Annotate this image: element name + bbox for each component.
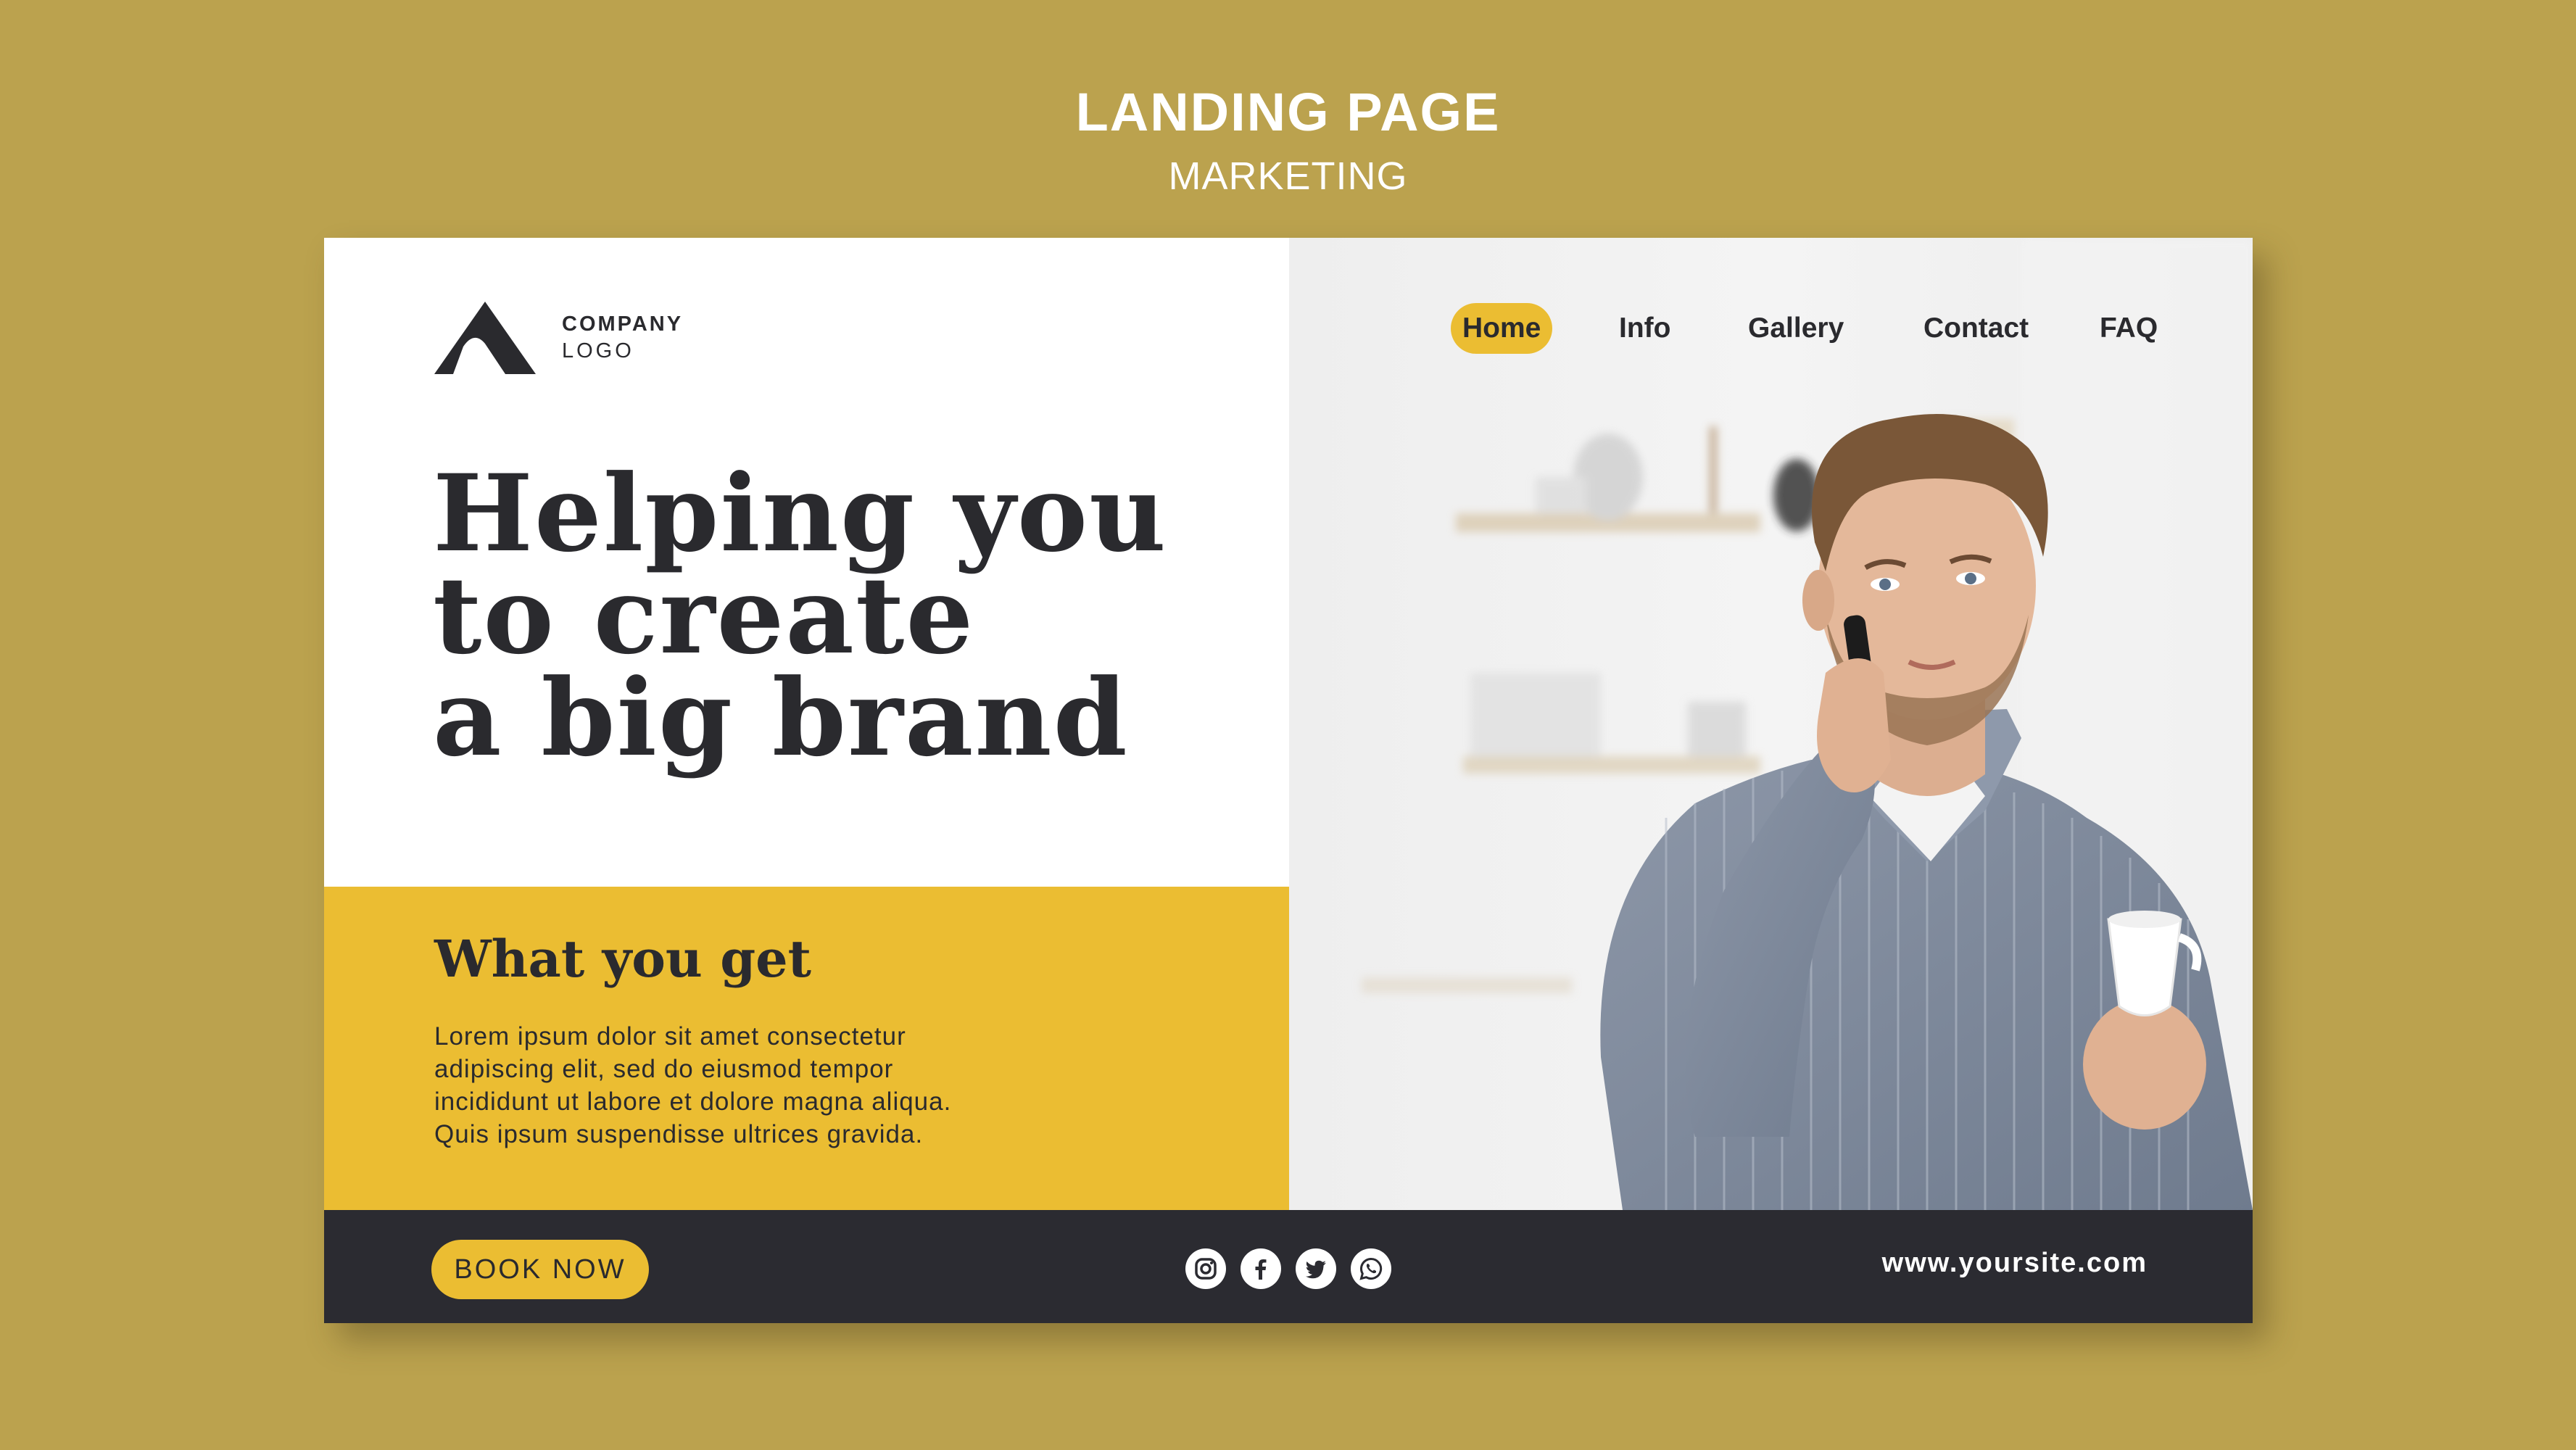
main-nav: Home Info Gallery Contact FAQ bbox=[324, 303, 2253, 354]
benefits-line: Lorem ipsum dolor sit amet consectetur bbox=[434, 1022, 906, 1051]
page-heading: LANDING PAGE bbox=[1075, 82, 1501, 142]
hero-line: Helping you bbox=[433, 452, 1168, 576]
nav-faq[interactable]: FAQ bbox=[2088, 303, 2169, 354]
benefits-text: Lorem ipsum dolor sit amet consectetur a… bbox=[434, 1020, 1087, 1151]
hero-line: a big brand bbox=[433, 656, 1129, 780]
nav-info[interactable]: Info bbox=[1607, 303, 1682, 354]
benefits-line: incididunt ut labore et dolore magna ali… bbox=[434, 1088, 952, 1116]
hero-headline: Helping you to create a big brand bbox=[433, 452, 1168, 780]
twitter-icon[interactable] bbox=[1296, 1248, 1336, 1289]
hero-line: to create bbox=[433, 554, 975, 678]
social-links bbox=[1185, 1248, 1406, 1289]
book-now-button[interactable]: BOOK NOW bbox=[431, 1240, 649, 1299]
landing-page-mockup: COMPANY LOGO Helping you to create a big… bbox=[324, 238, 2253, 1323]
instagram-icon[interactable] bbox=[1185, 1248, 1226, 1289]
facebook-icon[interactable] bbox=[1241, 1248, 1281, 1289]
footer-bar: BOOK NOW www.yoursite.com bbox=[324, 1210, 2253, 1323]
website-link[interactable]: www.yoursite.com bbox=[1882, 1248, 2148, 1279]
benefits-section: What you get Lorem ipsum dolor sit amet … bbox=[324, 887, 1289, 1210]
nav-contact[interactable]: Contact bbox=[1912, 303, 2040, 354]
benefits-line: Quis ipsum suspendisse ultrices gravida. bbox=[434, 1120, 924, 1148]
nav-gallery[interactable]: Gallery bbox=[1736, 303, 1855, 354]
nav-home[interactable]: Home bbox=[1451, 303, 1553, 354]
page-subheading: MARKETING bbox=[1168, 154, 1408, 198]
benefits-heading: What you get bbox=[434, 929, 812, 989]
whatsapp-icon[interactable] bbox=[1351, 1248, 1391, 1289]
benefits-line: adipiscing elit, sed do eiusmod tempor bbox=[434, 1055, 894, 1083]
man-on-phone-illustration bbox=[1362, 238, 2253, 1210]
hero-photo bbox=[1289, 238, 2253, 1210]
